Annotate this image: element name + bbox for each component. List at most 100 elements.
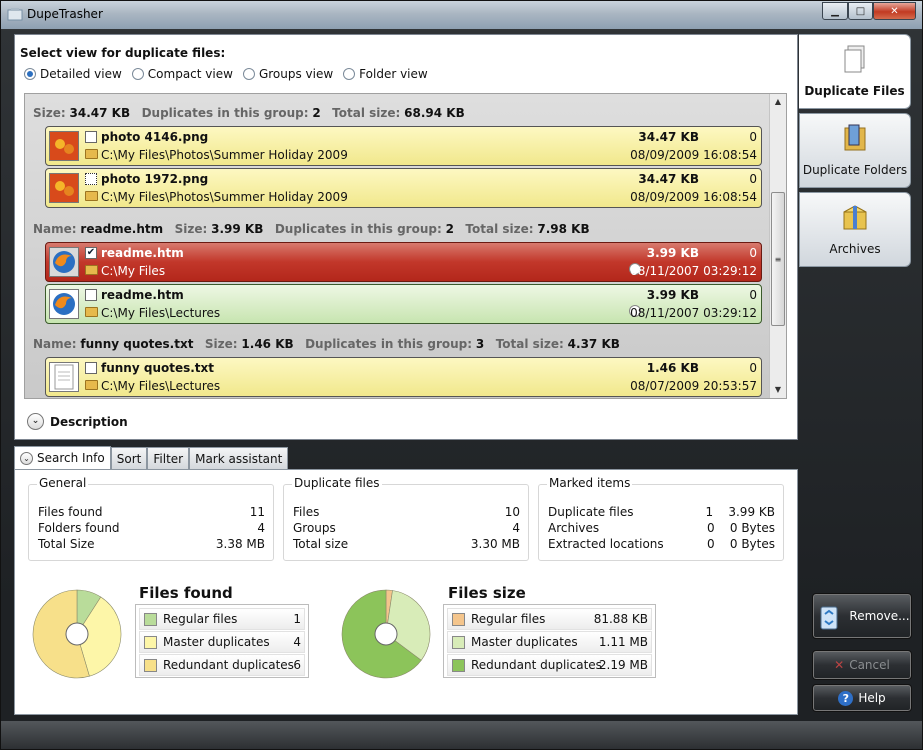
file-row[interactable]: funny quotes.txt C:\My Files\Lectures 1.… [45,357,762,397]
status-bar [1,721,922,749]
stat-row: Duplicate files 1 3.99 KB [548,505,775,519]
tab-archives[interactable]: Archives [799,192,911,267]
radio-groups-view[interactable]: Groups view [242,67,334,81]
folder-icon [85,149,98,159]
stat-row: Total Size 3.38 MB [38,537,265,551]
mark-checkbox[interactable] [85,289,97,301]
tab-sort[interactable]: Sort [110,447,148,469]
file-row[interactable]: photo 1972.png C:\My Files\Photos\Summer… [45,168,762,208]
image-file-icon [49,131,79,161]
radio-folder-view[interactable]: Folder view [343,67,428,81]
tab-mark-assistant[interactable]: Mark assistant [189,447,289,469]
radio-label: Detailed view [40,67,122,81]
file-row[interactable]: photo 4146.png C:\My Files\Photos\Summer… [45,126,762,166]
file-row[interactable]: readme.htm C:\My Files\Lectures 3.99 KB … [45,284,762,324]
legend-item: Regular files 81.88 KB [447,608,652,630]
legend-swatch [144,658,157,672]
file-path: C:\My Files [101,264,166,278]
file-path: C:\My Files\Photos\Summer Holiday 2009 [101,148,348,162]
mark-checkbox[interactable] [85,173,97,185]
remove-button[interactable]: Remove... [812,593,912,639]
legend-label: Master duplicates [163,635,270,649]
legend-label: Redundant duplicates [471,658,602,672]
radio-compact-view[interactable]: Compact view [131,67,233,81]
duplicate-files-group: Duplicate files Files 10 Groups 4 Total si… [283,476,529,561]
stat-row: Files found 11 [38,505,265,519]
close-button[interactable]: ✕ [873,2,916,20]
tab-label: Mark assistant [195,451,283,466]
legend-label: Regular files [471,612,546,626]
scroll-thumb[interactable]: ≡ [771,192,785,326]
file-date: 08/09/2009 16:08:54 [630,190,757,204]
legend-value: 1.11 MB [598,635,648,649]
mark-checkbox[interactable] [85,131,97,143]
group-header: Name: readme.htm Size: 3.99 KB Duplicate… [33,222,590,236]
duplicate-file-list[interactable]: Size: 34.47 KB Duplicates in this group:… [24,93,787,399]
tab-search-info[interactable]: ⌄ Search Info [14,446,111,469]
radio-label: Groups view [258,67,334,81]
file-date: 08/07/2009 20:53:57 [630,379,757,393]
scroll-down-arrow-icon[interactable]: ▼ [770,382,786,398]
file-row[interactable]: ✔ readme.htm C:\My Files 3.99 KB 0 08/11… [45,242,762,282]
file-count: 0 [749,130,757,144]
tab-duplicate-files[interactable]: Duplicate Files [799,34,911,109]
list-scrollbar[interactable]: ▲ ≡ ▼ [769,94,786,398]
legend-item: Redundant duplicates 6 [139,654,305,676]
file-count: 0 [749,172,757,186]
title-bar[interactable]: DupeTrasher ▁ □ ✕ [1,1,922,29]
help-button[interactable]: ? Help [812,684,912,712]
stat-row: Groups 4 [293,521,520,535]
group-header: Name: funny quotes.txt Size: 1.46 KB Dup… [33,337,620,351]
chevron-down-icon: ⌄ [20,451,33,465]
legend-label: Redundant duplicates [163,658,294,672]
file-size: 3.99 KB [646,246,699,260]
legend-item: Redundant duplicates 2.19 MB [447,654,652,676]
file-name: readme.htm [101,246,184,260]
radio-icon [343,68,356,80]
file-size: 34.47 KB [638,172,699,186]
stat-row: Total size 3.30 MB [293,537,520,551]
files-size-legend: Regular files 81.88 KB Master duplicates 1… [443,604,656,678]
folder-icon [85,191,98,201]
file-name: photo 4146.png [101,130,209,144]
legend-value: 6 [293,658,301,672]
cancel-button[interactable]: ✕ Cancel [812,650,912,680]
file-name: photo 1972.png [101,172,209,186]
maximize-button[interactable]: □ [848,2,873,20]
mark-checkbox[interactable] [85,362,97,374]
file-count: 0 [749,288,757,302]
general-group: General Files found 11 Folders found 4 Tot… [28,476,274,561]
tab-label: Filter [153,451,184,466]
minimize-icon: ▁ [831,5,839,17]
cancel-icon: ✕ [834,658,845,672]
bottom-tab-bar: ⌄ Search Info Sort Filter Mark assistant [14,446,289,469]
file-path: C:\My Files\Photos\Summer Holiday 2009 [101,190,348,204]
tab-label: Search Info [37,451,105,465]
legend-swatch [452,612,465,626]
app-icon [7,8,23,21]
files-size-title: Files size [448,584,526,602]
legend-label: Master duplicates [471,635,578,649]
main-panel: Select view for duplicate files: Detaile… [14,34,798,440]
radio-icon [131,68,144,80]
search-info-panel: General Files found 11 Folders found 4 Tot… [14,469,798,715]
minimize-button[interactable]: ▁ [822,2,848,20]
tab-filter[interactable]: Filter [147,447,190,469]
tab-duplicate-folders[interactable]: Duplicate Folders [799,113,911,188]
legend-item: Master duplicates 1.11 MB [447,631,652,653]
tab-label: Archives [829,242,881,256]
file-date: 08/11/2007 03:29:12 [630,306,757,320]
pie-hole [65,622,89,646]
tab-label: Duplicate Folders [802,163,908,177]
scroll-up-arrow-icon[interactable]: ▲ [770,94,786,110]
radio-detailed-view[interactable]: Detailed view [24,67,122,81]
description-expander[interactable]: ⌄ Description [27,413,128,430]
radio-label: Compact view [147,67,233,81]
file-date: 08/11/2007 03:29:12 [630,264,757,278]
app-window: DupeTrasher ▁ □ ✕ Select view for duplic… [0,0,923,750]
remove-label: Remove... [849,609,910,623]
radio-label: Folder view [359,67,428,81]
mark-checkbox[interactable]: ✔ [85,247,97,259]
folder-icon [85,307,98,317]
legend-value: 1 [293,612,301,626]
